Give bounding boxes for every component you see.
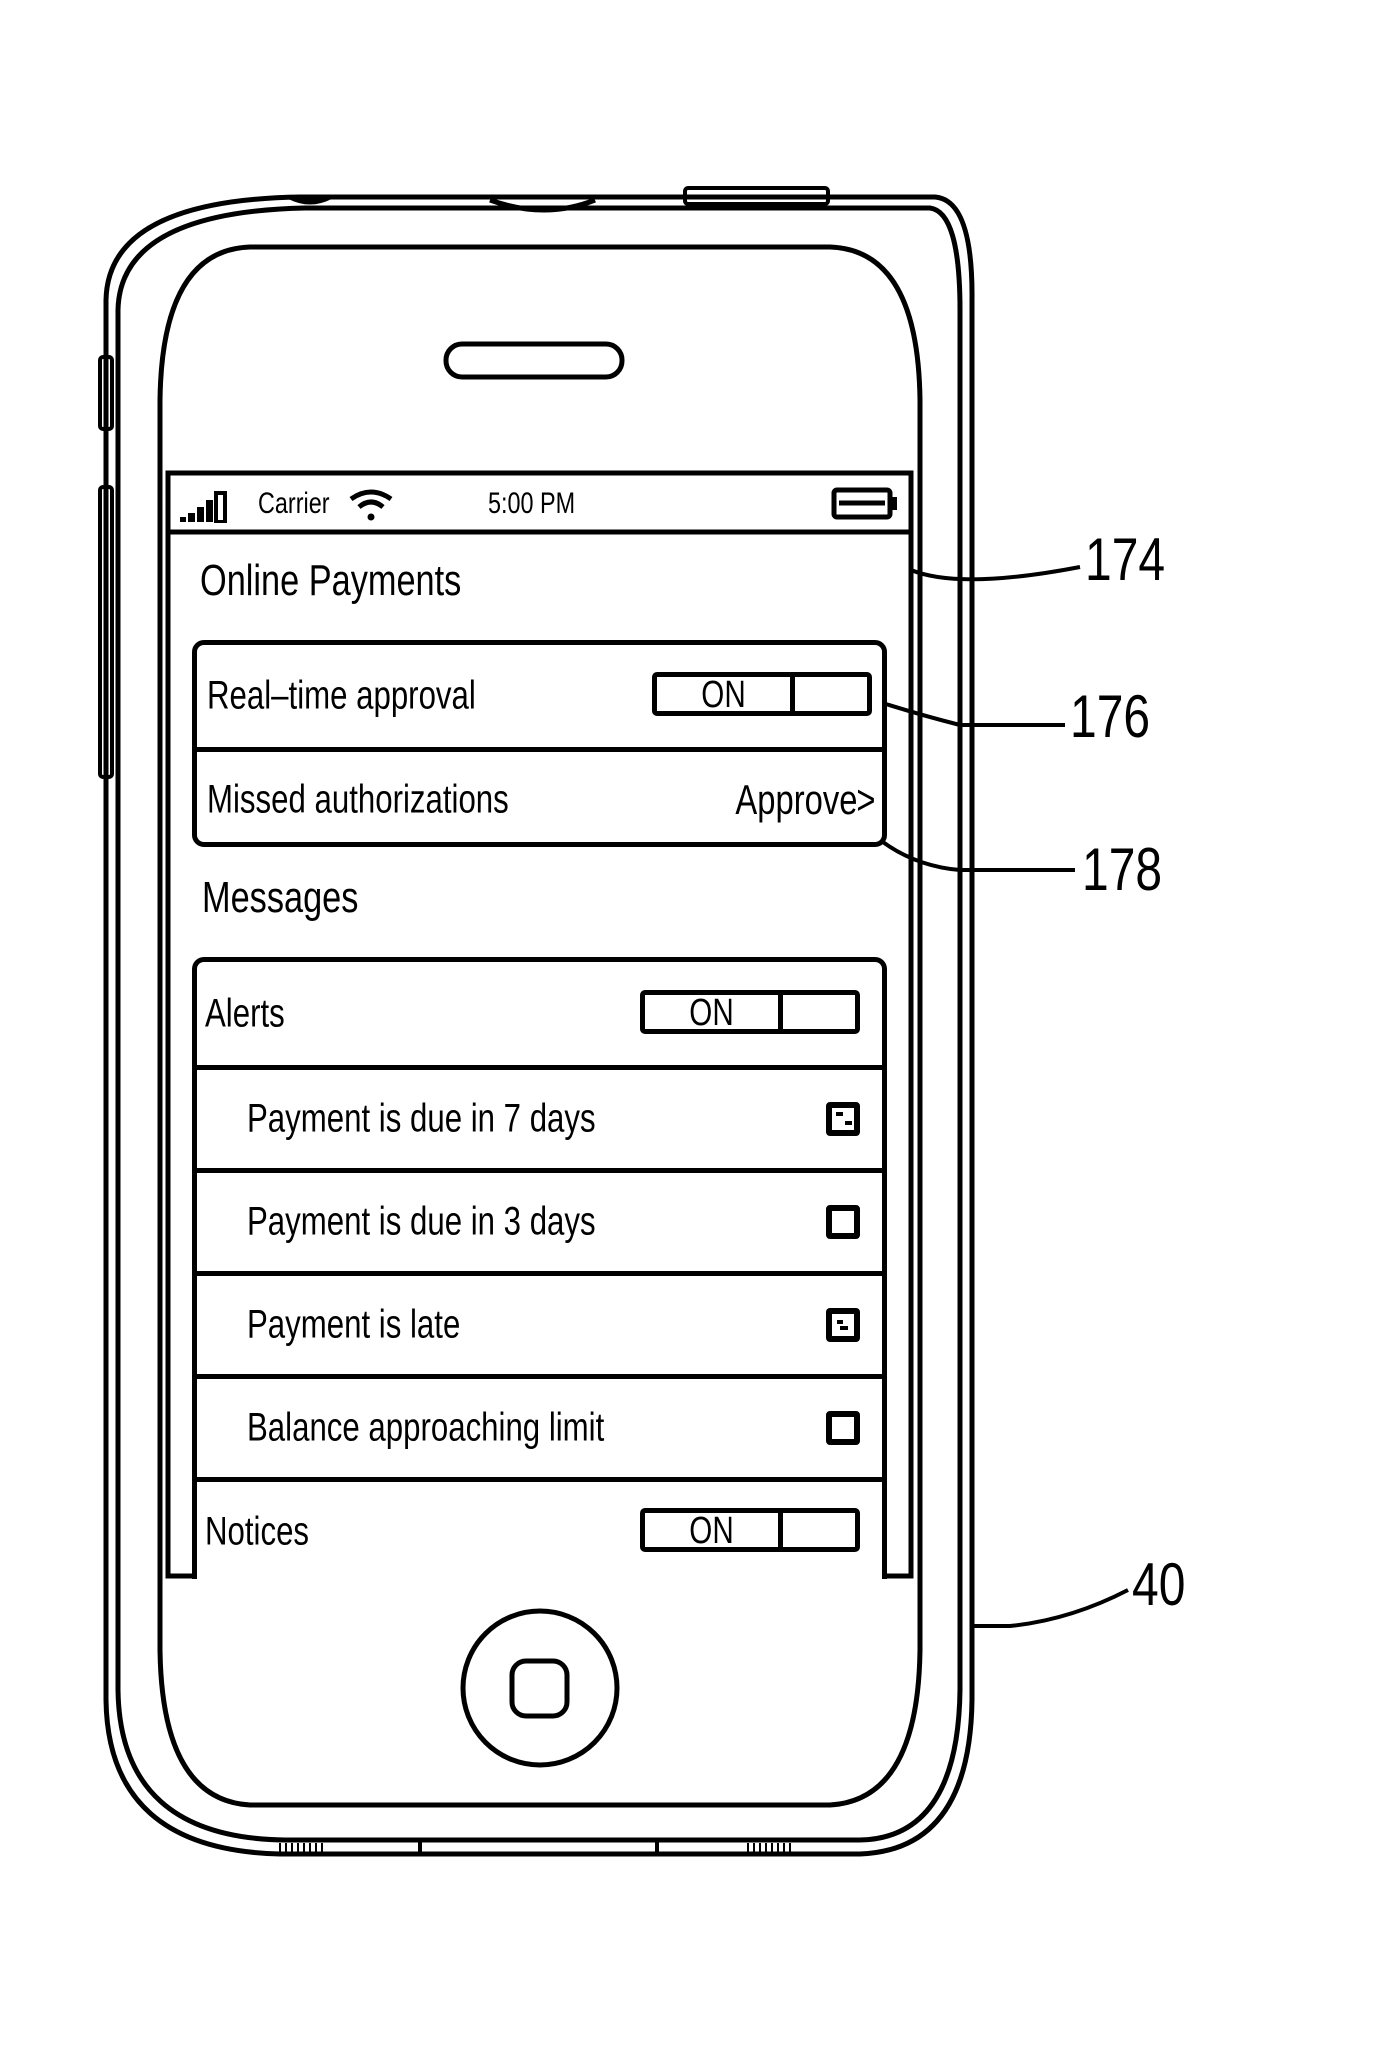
leader-line-174 xyxy=(910,565,1081,582)
alert-item-label: Payment is due in 3 days xyxy=(247,1199,596,1244)
real-time-approval-row: Real–time approval ON xyxy=(197,645,882,747)
alerts-label: Alerts xyxy=(205,991,285,1035)
alert-item-label: Payment is late xyxy=(247,1302,461,1347)
missed-authorizations-row[interactable]: Missed authorizations Approve> xyxy=(197,747,882,847)
speaker-grille-left xyxy=(279,1843,323,1852)
toggle-on-label: ON xyxy=(701,674,746,716)
reference-numeral-40: 40 xyxy=(1132,1551,1186,1618)
online-payments-title: Online Payments xyxy=(200,556,462,605)
alert-item-row[interactable]: Payment is due in 7 days xyxy=(197,1065,882,1168)
alert-item-checkbox-checked[interactable] xyxy=(826,1308,860,1342)
chevron-right-icon: > xyxy=(856,775,876,823)
home-square-icon xyxy=(509,1658,570,1719)
speaker-grille-right xyxy=(747,1843,791,1852)
alert-item-row[interactable]: Payment is late xyxy=(197,1271,882,1374)
approve-label: Approve xyxy=(735,775,858,823)
earpiece-speaker xyxy=(443,341,625,380)
alerts-row: Alerts ON xyxy=(197,962,882,1065)
real-time-approval-label: Real–time approval xyxy=(207,673,476,718)
home-button[interactable] xyxy=(460,1608,620,1768)
leader-line-178 xyxy=(856,818,1075,872)
reference-numeral-174: 174 xyxy=(1085,526,1166,593)
alert-item-row[interactable]: Payment is due in 3 days xyxy=(197,1168,882,1271)
notices-label: Notices xyxy=(205,1509,310,1553)
signal-bars-icon xyxy=(180,491,227,523)
status-time: 5:00 PM xyxy=(488,487,576,520)
carrier-name: Carrier xyxy=(258,487,330,520)
missed-authorizations-label: Missed authorizations xyxy=(207,777,509,821)
status-bar: Carrier 5:00 PM xyxy=(168,473,911,532)
leader-line-176 xyxy=(872,698,1065,727)
alert-item-row[interactable]: Balance approaching limit xyxy=(197,1374,882,1477)
reference-numeral-176: 176 xyxy=(1070,683,1151,750)
online-payments-group: Real–time approval ON Missed authorizati… xyxy=(192,640,887,847)
messages-group: Alerts ON Payment is due in 7 days Payme… xyxy=(192,957,887,1579)
alert-item-label: Payment is due in 7 days xyxy=(247,1096,596,1141)
toggle-on-label: ON xyxy=(689,1509,734,1552)
alert-item-checkbox-unchecked[interactable] xyxy=(826,1205,860,1239)
messages-title: Messages xyxy=(202,873,359,922)
reference-numeral-178: 178 xyxy=(1082,836,1163,903)
notices-row: Notices ON xyxy=(197,1477,882,1581)
alert-item-checkbox-unchecked[interactable] xyxy=(826,1411,860,1445)
approve-link[interactable]: Approve> xyxy=(701,776,876,824)
wifi-icon xyxy=(349,489,393,521)
notices-toggle[interactable]: ON xyxy=(640,1507,860,1552)
real-time-approval-toggle[interactable]: ON xyxy=(652,672,872,716)
alert-item-label: Balance approaching limit xyxy=(247,1405,605,1450)
leader-line-40 xyxy=(973,1588,1129,1628)
toggle-on-label: ON xyxy=(689,991,734,1034)
alert-item-checkbox-checked[interactable] xyxy=(826,1102,860,1136)
alerts-toggle[interactable]: ON xyxy=(640,989,860,1034)
battery-icon xyxy=(831,487,897,520)
